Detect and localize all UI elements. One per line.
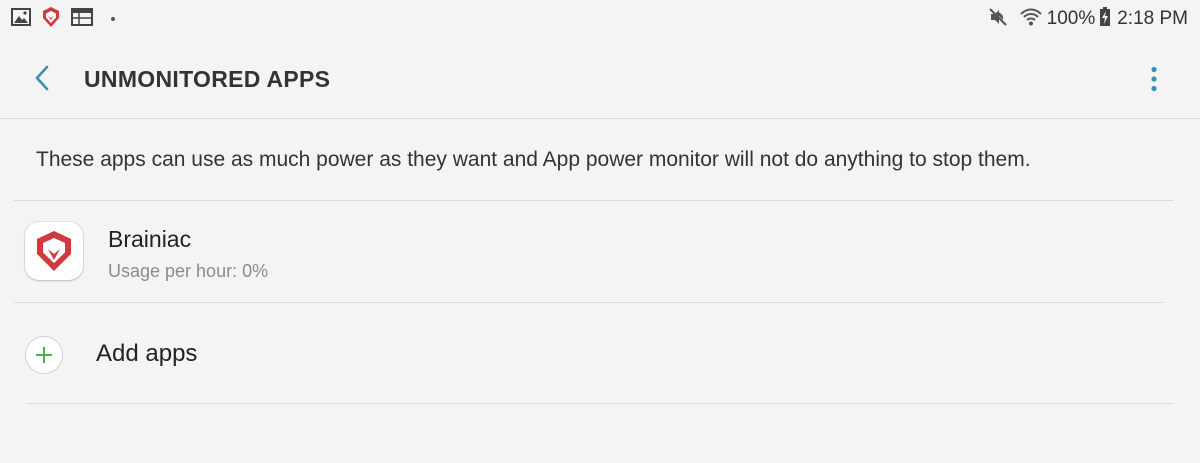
divider bbox=[14, 302, 1164, 303]
app-bar: UNMONITORED APPS bbox=[0, 40, 1200, 118]
status-bar-system: 100% 2:18 PM bbox=[987, 6, 1188, 32]
app-name: Brainiac bbox=[108, 226, 192, 252]
brainiac-notification-icon bbox=[41, 6, 61, 33]
brainiac-app-icon bbox=[25, 222, 83, 280]
add-apps-button[interactable]: Add apps bbox=[14, 304, 1174, 404]
list-item[interactable]: Brainiac Usage per hour: 0% bbox=[14, 202, 1164, 302]
more-notifications-dot bbox=[111, 17, 115, 21]
page-title: UNMONITORED APPS bbox=[84, 66, 331, 92]
description-text: These apps can use as much power as they… bbox=[36, 148, 1031, 171]
status-bar: 100% 2:18 PM bbox=[0, 0, 1200, 38]
gallery-icon bbox=[11, 7, 31, 31]
battery-charging-icon bbox=[1099, 6, 1111, 32]
calendar-icon bbox=[71, 7, 93, 31]
clock: 2:18 PM bbox=[1117, 8, 1188, 29]
back-arrow-icon bbox=[35, 65, 49, 91]
status-bar-notifications bbox=[11, 6, 125, 33]
back-button[interactable] bbox=[26, 62, 58, 94]
screen: 100% 2:18 PM UNMONITORED APPS These apps… bbox=[0, 0, 1200, 463]
app-bar-divider bbox=[0, 118, 1200, 119]
battery-percent: 100% bbox=[1046, 8, 1096, 29]
divider bbox=[14, 200, 1174, 201]
divider bbox=[26, 403, 1174, 404]
mute-icon bbox=[987, 6, 1009, 33]
add-apps-label: Add apps bbox=[96, 340, 198, 367]
more-options-button[interactable] bbox=[1138, 62, 1170, 96]
app-usage: Usage per hour: 0% bbox=[108, 261, 269, 281]
wifi-icon bbox=[1019, 7, 1043, 32]
more-vert-icon bbox=[1151, 66, 1157, 92]
plus-icon bbox=[25, 336, 63, 374]
